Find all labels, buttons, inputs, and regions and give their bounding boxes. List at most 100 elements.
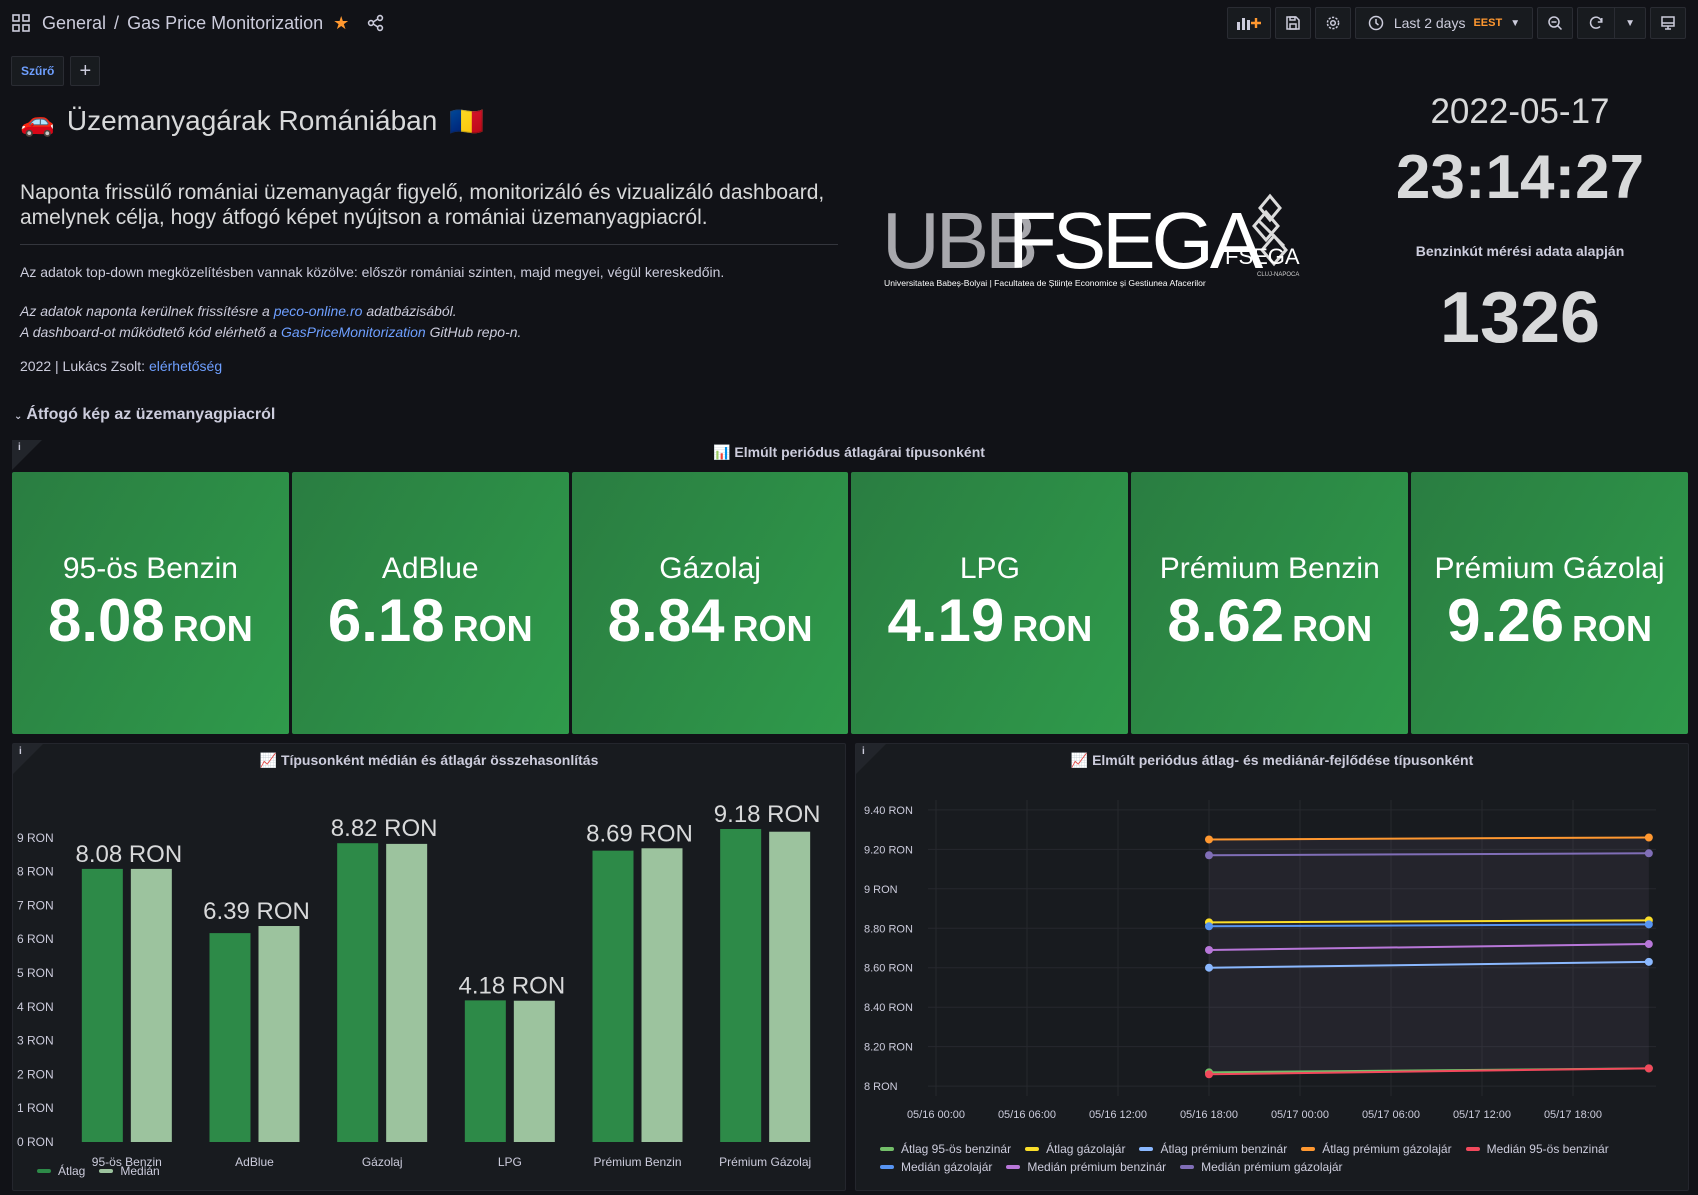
legend-label: Átlag 95-ös benzinár xyxy=(901,1142,1012,1156)
series-point xyxy=(1644,833,1653,842)
x-tick-label: 05/17 12:00 xyxy=(1453,1109,1511,1121)
stat-premium-gazolaj[interactable]: Prémium Gázolaj 9.26 RON xyxy=(1411,472,1688,734)
station-count-caption: Benzinkút mérési adata alapján xyxy=(1415,243,1625,259)
legend-item[interactable]: Átlag prémium benzinár xyxy=(1139,1142,1287,1156)
share-icon[interactable] xyxy=(367,14,385,32)
line-chart-legend: Átlag 95-ös benzinár Átlag gázolajár Átlag… xyxy=(880,1142,1670,1174)
ubb-fsega-logo: UBB FSEGA Universitatea Babeș-Bolyai | F… xyxy=(882,190,1322,300)
github-repo-link[interactable]: GasPriceMonitorization xyxy=(281,324,426,340)
dashboards-grid-icon[interactable] xyxy=(12,14,30,32)
price-trend-line-panel[interactable]: i 📈 Elmúlt periódus átlag- és mediánár-f… xyxy=(855,743,1689,1191)
series-point xyxy=(1205,963,1213,972)
stat-gazolaj[interactable]: Gázolaj 8.84 RON xyxy=(571,472,849,734)
logo-badge-text: FSEGA xyxy=(1225,244,1300,269)
stat-unit: RON xyxy=(172,607,253,649)
legend-item[interactable]: Átlag prémium gázolajár xyxy=(1301,1142,1452,1156)
stat-name: AdBlue xyxy=(381,551,479,585)
x-tick-label: AdBlue xyxy=(235,1155,274,1169)
row-collapse-chevron-icon[interactable]: ⌄ xyxy=(14,411,22,422)
legend-item[interactable]: Medián prémium gázolajár xyxy=(1180,1160,1343,1174)
filter-button[interactable]: Szűrő xyxy=(11,56,65,86)
legend-label: Medián 95-ös benzinár xyxy=(1486,1142,1609,1156)
add-panel-icon xyxy=(1236,18,1261,30)
legend-item[interactable]: Átlag xyxy=(37,1164,85,1178)
car-icon: 🚗 xyxy=(20,105,55,137)
legend-item[interactable]: Medián prémium benzinár xyxy=(1006,1160,1166,1174)
zoom-out-button[interactable] xyxy=(1537,7,1574,39)
breadcrumb-folder[interactable]: General xyxy=(42,13,106,34)
stat-value: 8.62 xyxy=(1167,586,1285,654)
stat-name: LPG xyxy=(959,551,1020,585)
bar-average xyxy=(464,1000,506,1142)
station-count-value: 1326 xyxy=(1439,278,1601,358)
legend-label: Átlag gázolajár xyxy=(1046,1142,1126,1156)
y-tick-label: 8.40 RON xyxy=(864,1002,913,1014)
logo-badge-subtext: CLUJ-NAPOCA xyxy=(1257,272,1299,278)
view-mode-button[interactable] xyxy=(1650,7,1686,39)
y-tick-label: 8.80 RON xyxy=(864,923,913,935)
x-tick-label: 05/16 12:00 xyxy=(1089,1109,1147,1121)
median-average-bar-panel[interactable]: i 📈 Típusonként médián és átlagár összeh… xyxy=(12,743,846,1191)
add-panel-button[interactable] xyxy=(1226,7,1271,39)
add-filter-button[interactable]: + xyxy=(70,56,101,86)
refresh-interval-dropdown[interactable]: ▼ xyxy=(1614,8,1645,38)
y-tick-label: 4 RON xyxy=(17,1000,54,1014)
legend-label: Medián prémium benzinár xyxy=(1027,1160,1167,1174)
legend-swatch xyxy=(880,1147,894,1151)
row-header[interactable]: ⌄ Átfogó kép az üzemanyagpiacról xyxy=(14,406,275,424)
series-point xyxy=(1644,957,1653,966)
current-date: 2022-05-17 xyxy=(1430,92,1610,131)
stat-value: 9.26 xyxy=(1447,586,1564,654)
stat-95-benzin[interactable]: 95-ös Benzin 8.08 RON xyxy=(12,472,289,734)
bar-data-label: 8.82 RON xyxy=(331,815,438,842)
bar-data-label: 4.18 RON xyxy=(458,972,565,999)
legend-item[interactable]: Medián gázolajár xyxy=(880,1160,992,1174)
stats-panel-title: 📊 Elmúlt periódus átlagárai típusonként xyxy=(0,444,1698,461)
refresh-button[interactable] xyxy=(1578,8,1614,38)
source-text-pre: Az adatok naponta kerülnek frissítésre a xyxy=(20,303,274,319)
dashboard-title[interactable]: Gas Price Monitorization xyxy=(127,13,323,34)
bar-average xyxy=(81,868,123,1142)
legend-label: Medián gázolajár xyxy=(901,1160,993,1174)
legend-swatch xyxy=(1180,1165,1195,1169)
bar-data-label: 6.39 RON xyxy=(203,898,310,925)
bar-average xyxy=(209,933,251,1142)
legend-swatch xyxy=(1465,1147,1480,1151)
monitor-icon xyxy=(1661,16,1675,30)
stat-adblue[interactable]: AdBlue 6.18 RON xyxy=(291,472,569,734)
legend-label: Medián prémium gázolajár xyxy=(1201,1160,1343,1174)
y-tick-label: 8 RON xyxy=(17,865,54,879)
peco-online-link[interactable]: peco-online.ro xyxy=(274,303,363,319)
intro-lead: Naponta frissülő romániai üzemanyagár fi… xyxy=(20,180,838,245)
time-picker-button[interactable]: Last 2 days EEST ▼ xyxy=(1354,7,1534,39)
legend-item[interactable]: Átlag gázolajár xyxy=(1025,1142,1125,1156)
bar-chart[interactable]: 0 RON 1 RON 2 RON 3 RON 4 RON 5 RON 6 RON 7 RON… xyxy=(13,744,847,1192)
series-point xyxy=(1205,1070,1213,1079)
y-tick-label: 1 RON xyxy=(17,1101,54,1115)
legend-item[interactable]: Medián xyxy=(99,1164,160,1178)
legend-item[interactable]: Átlag 95-ös benzinár xyxy=(880,1142,1011,1156)
breadcrumb: General / Gas Price Monitorization ★ xyxy=(12,13,385,34)
bar-data-label: 8.08 RON xyxy=(75,841,182,868)
bar-median xyxy=(258,926,300,1142)
legend-label: Átlag prémium benzinár xyxy=(1160,1142,1288,1156)
contact-link[interactable]: elérhetőség xyxy=(149,358,222,374)
stat-unit: RON xyxy=(452,607,533,649)
intro-title-text: Üzemanyagárak Romániában xyxy=(66,105,438,136)
legend-item[interactable]: Medián 95-ös benzinár xyxy=(1465,1142,1609,1156)
logo-subtitle: Universitatea Babeș-Bolyai | Facultatea … xyxy=(884,278,1206,288)
bar-data-label: 8.69 RON xyxy=(586,820,693,847)
stat-name: Prémium Benzin xyxy=(1159,551,1380,585)
star-icon[interactable]: ★ xyxy=(333,13,349,34)
stat-premium-benzin[interactable]: Prémium Benzin 8.62 RON xyxy=(1131,472,1409,734)
x-tick-label: 05/17 18:00 xyxy=(1544,1109,1602,1121)
series-point xyxy=(1205,922,1213,931)
intro-author: 2022 | Lukács Zsolt: elérhetőség xyxy=(20,355,840,377)
intro-text-panel: 🚗 Üzemanyagárak Romániában 🇷🇴 Naponta fr… xyxy=(20,100,840,377)
legend-label: Átlag prémium gázolajár xyxy=(1322,1142,1452,1156)
line-chart[interactable]: 8 RON 8.20 RON 8.40 RON 8.60 RON 8.80 RON 9 R… xyxy=(856,744,1690,1192)
dashboard-settings-button[interactable] xyxy=(1314,7,1351,39)
save-dashboard-button[interactable] xyxy=(1274,7,1311,39)
stat-lpg[interactable]: LPG 4.19 RON xyxy=(851,472,1129,734)
y-tick-label: 7 RON xyxy=(17,898,54,912)
